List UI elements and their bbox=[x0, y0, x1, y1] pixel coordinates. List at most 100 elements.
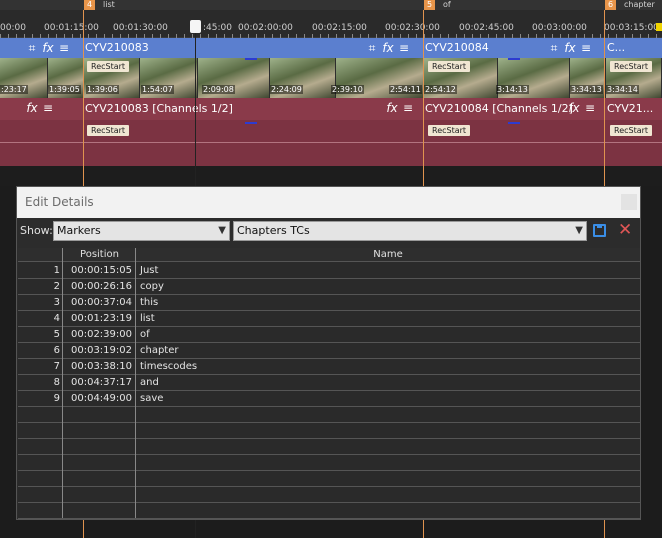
table-row[interactable] bbox=[18, 423, 640, 439]
row-index[interactable]: 9 bbox=[18, 391, 62, 407]
thumb-timecode: 2:24:09 bbox=[270, 85, 303, 94]
table-row[interactable]: 3 00:00:37:04 this bbox=[18, 295, 640, 311]
audio-clip-name: CYV21... bbox=[607, 102, 654, 115]
menu-icon[interactable]: ≡ bbox=[56, 38, 72, 58]
crop-icon[interactable]: ⌗ bbox=[546, 38, 562, 58]
marker-name[interactable]: copy bbox=[138, 279, 638, 295]
fx-icon[interactable]: fx bbox=[24, 98, 40, 118]
grid-divider bbox=[135, 248, 136, 518]
marker-name[interactable]: list bbox=[138, 311, 638, 327]
edit-details-titlebar[interactable]: Edit Details bbox=[17, 187, 640, 218]
show-select-value: Markers bbox=[57, 224, 101, 237]
table-row[interactable]: 5 00:02:39:00 of bbox=[18, 327, 640, 343]
marker-flag-5[interactable]: 5 bbox=[424, 0, 436, 10]
ruler-label: :45:00 bbox=[203, 23, 232, 33]
row-index[interactable]: 8 bbox=[18, 375, 62, 391]
marker-position[interactable]: 00:03:19:02 bbox=[64, 343, 135, 359]
marker-name[interactable]: Just bbox=[138, 263, 638, 279]
marker-position[interactable]: 00:04:37:17 bbox=[64, 375, 135, 391]
video-level-marker bbox=[508, 58, 520, 60]
table-row[interactable]: 6 00:03:19:02 chapter bbox=[18, 343, 640, 359]
table-row[interactable] bbox=[18, 439, 640, 455]
audio-track-header[interactable]: fx ≡ CYV210083 [Channels 1/2] fx ≡ CYV2100… bbox=[0, 98, 662, 120]
marker-position[interactable]: 00:04:49:00 bbox=[64, 391, 135, 407]
thumb-timecode: 1:39:05 bbox=[48, 85, 81, 94]
audio-clip-controls: fx ≡ bbox=[566, 98, 598, 118]
recstart-marker[interactable]: RecStart bbox=[610, 61, 653, 72]
crop-icon[interactable]: ⌗ bbox=[364, 38, 380, 58]
marker-name[interactable]: save bbox=[138, 391, 638, 407]
marker-name[interactable]: and bbox=[138, 375, 638, 391]
view-select[interactable]: Chapters TCs ▼ bbox=[233, 221, 587, 241]
row-index[interactable]: 4 bbox=[18, 311, 62, 327]
recstart-marker[interactable]: RecStart bbox=[428, 125, 471, 136]
markers-grid[interactable]: Position Name 1 00:00:15:05 Just 2 00:00:26:… bbox=[18, 248, 640, 519]
table-row[interactable]: 9 00:04:49:00 save bbox=[18, 391, 640, 407]
menu-icon[interactable]: ≡ bbox=[40, 98, 56, 118]
audio-clip-controls: fx ≡ bbox=[384, 98, 416, 118]
marker-position[interactable]: 00:03:38:10 bbox=[64, 359, 135, 375]
table-row[interactable] bbox=[18, 407, 640, 423]
marker-flag-4[interactable]: 4 bbox=[84, 0, 96, 10]
marker-position[interactable]: 00:01:23:19 bbox=[64, 311, 135, 327]
marker-position[interactable]: 00:00:37:04 bbox=[64, 295, 135, 311]
table-row[interactable]: 1 00:00:15:05 Just bbox=[18, 263, 640, 279]
table-row[interactable] bbox=[18, 503, 640, 519]
recstart-marker[interactable]: RecStart bbox=[87, 125, 130, 136]
fx-icon[interactable]: fx bbox=[40, 38, 56, 58]
loop-region-marker bbox=[656, 23, 662, 31]
marker-name[interactable]: timescodes bbox=[138, 359, 638, 375]
ruler-label: 00:03:00:00 bbox=[532, 23, 587, 33]
table-row[interactable] bbox=[18, 455, 640, 471]
marker-name[interactable]: of bbox=[138, 327, 638, 343]
audio-level-marker bbox=[245, 122, 257, 124]
show-select[interactable]: Markers ▼ bbox=[53, 221, 230, 241]
row-index[interactable]: 2 bbox=[18, 279, 62, 295]
menu-icon[interactable]: ≡ bbox=[400, 98, 416, 118]
fx-icon[interactable]: fx bbox=[384, 98, 400, 118]
table-row[interactable] bbox=[18, 471, 640, 487]
marker-position[interactable]: 00:00:15:05 bbox=[64, 263, 135, 279]
recstart-marker[interactable]: RecStart bbox=[87, 61, 130, 72]
row-index[interactable]: 6 bbox=[18, 343, 62, 359]
fx-icon[interactable]: fx bbox=[380, 38, 396, 58]
playhead-handle[interactable] bbox=[190, 20, 201, 33]
menu-icon[interactable]: ≡ bbox=[578, 38, 594, 58]
timeline-ruler[interactable]: 00:00 00:01:15:00 00:01:30:00 :45:00 00:… bbox=[0, 10, 662, 38]
table-row[interactable]: 4 00:01:23:19 list bbox=[18, 311, 640, 327]
video-track-header[interactable]: ⌗ fx ≡ CYV210083 ⌗ fx ≡ CYV210084 ⌗ fx ≡ C... bbox=[0, 38, 662, 58]
marker-position[interactable]: 00:02:39:00 bbox=[64, 327, 135, 343]
table-row[interactable]: 8 00:04:37:17 and bbox=[18, 375, 640, 391]
thumb-timecode: 2:54:12 bbox=[424, 85, 457, 94]
crop-icon[interactable]: ⌗ bbox=[24, 38, 40, 58]
marker-name[interactable]: this bbox=[138, 295, 638, 311]
thumb-timecode: 1:54:07 bbox=[141, 85, 174, 94]
marker-flag-6[interactable]: 6 bbox=[605, 0, 617, 10]
fx-icon[interactable]: fx bbox=[566, 98, 582, 118]
column-header-name[interactable]: Name bbox=[138, 248, 638, 262]
chevron-down-icon: ▼ bbox=[218, 225, 226, 236]
row-index[interactable]: 5 bbox=[18, 327, 62, 343]
fx-icon[interactable]: fx bbox=[562, 38, 578, 58]
row-index[interactable]: 3 bbox=[18, 295, 62, 311]
video-clip-controls: ⌗ fx ≡ bbox=[24, 38, 72, 58]
column-header-position[interactable]: Position bbox=[64, 248, 135, 262]
table-row[interactable]: 7 00:03:38:10 timescodes bbox=[18, 359, 640, 375]
ruler-label: 00:02:15:00 bbox=[312, 23, 367, 33]
table-row[interactable] bbox=[18, 487, 640, 503]
marker-position[interactable]: 00:00:26:16 bbox=[64, 279, 135, 295]
menu-icon[interactable]: ≡ bbox=[396, 38, 412, 58]
delete-icon[interactable]: ✕ bbox=[618, 219, 632, 241]
window-close-button[interactable] bbox=[621, 194, 637, 210]
show-label: Show: bbox=[20, 224, 53, 237]
ruler-label: 00:00 bbox=[0, 23, 26, 33]
menu-icon[interactable]: ≡ bbox=[582, 98, 598, 118]
save-icon[interactable] bbox=[593, 224, 606, 237]
recstart-marker[interactable]: RecStart bbox=[428, 61, 471, 72]
table-row[interactable]: 2 00:00:26:16 copy bbox=[18, 279, 640, 295]
thumb-timecode: 2:54:11 bbox=[389, 85, 422, 94]
marker-name[interactable]: chapter bbox=[138, 343, 638, 359]
row-index[interactable]: 1 bbox=[18, 263, 62, 279]
row-index[interactable]: 7 bbox=[18, 359, 62, 375]
recstart-marker[interactable]: RecStart bbox=[610, 125, 653, 136]
